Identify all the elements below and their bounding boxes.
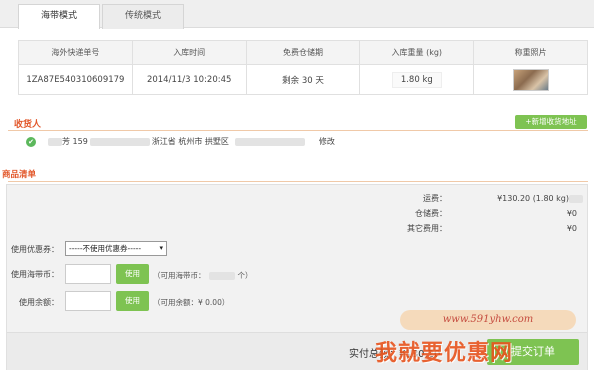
coupon-label: 使用优惠券： — [11, 245, 59, 254]
weighing-photo-thumbnail[interactable] — [512, 68, 549, 91]
header-inbound-time: 入库时间 — [131, 40, 247, 65]
header-free-storage: 免费仓储期 — [245, 40, 361, 65]
recipient-title: 收货人 — [14, 120, 42, 130]
coin-hint-prefix: （可用海带币： — [153, 271, 206, 280]
inbound-time: 2014/11/3 10:20:45 — [131, 64, 247, 95]
watermark-logo: 我就要优惠网 — [375, 341, 514, 366]
tab-bar: 海带模式 传统模式 — [0, 0, 594, 29]
redacted-street — [234, 137, 305, 146]
table-row: 1ZA87E540310609179 2014/11/3 10:20:45 剩余… — [18, 64, 588, 95]
photo-cell — [473, 64, 588, 95]
coin-hint: （可用海带币： 个） — [153, 270, 253, 281]
coupon-select[interactable]: -----不使用优惠券----- ▾ — [65, 241, 167, 256]
check-icon: ✔ — [26, 136, 36, 147]
tab-haidai-mode[interactable]: 海带模式 — [18, 4, 100, 29]
storage-fee-label: 仓储费： — [415, 209, 447, 218]
redacted-name — [48, 137, 62, 146]
balance-label: 使用余额： — [19, 298, 59, 307]
storage-fee-value: ¥0 — [566, 209, 577, 218]
divider — [8, 130, 588, 131]
header-photo: 称重照片 — [473, 40, 588, 65]
divider — [8, 181, 588, 182]
other-fee-row: 其它费用： ¥0 — [377, 222, 577, 236]
table-header-row: 海外快递单号 入库时间 免费仓储期 入库重量 (kg) 称重照片 — [18, 40, 588, 65]
other-fee-value: ¥0 — [566, 224, 577, 233]
redacted-phone — [89, 137, 150, 146]
other-fee-label: 其它费用： — [407, 224, 447, 233]
balance-input[interactable] — [65, 291, 111, 311]
storage-fee-row: 仓储费： ¥0 — [377, 207, 577, 221]
weight-value: 1.80 kg — [391, 71, 442, 88]
recipient-address-row[interactable]: ✔ 芳 159 浙江省 杭州市 拱墅区 修改 — [26, 135, 335, 149]
shipping-fee-row: 运费： ¥130.20 (1.80 kg) — [377, 192, 583, 206]
use-balance-button[interactable]: 使用 — [116, 291, 149, 311]
balance-hint: （可用余额：¥ 0.00） — [153, 298, 230, 307]
watermark-url: www.591yhw.com — [400, 310, 576, 330]
redacted-coin-count — [208, 272, 235, 280]
weight-cell: 1.80 kg — [359, 64, 475, 95]
free-storage: 剩余 30 天 — [245, 64, 361, 95]
add-address-button[interactable]: +新增收货地址 — [515, 115, 587, 129]
shipping-fee-label: 运费： — [423, 194, 447, 203]
shipment-table: 海外快递单号 入库时间 免费仓储期 入库重量 (kg) 称重照片 1ZA87E5… — [18, 40, 588, 95]
tracking-number: 1ZA87E540310609179 — [18, 64, 133, 95]
haidai-coin-input[interactable] — [65, 264, 111, 284]
recipient-name: 芳 159 — [62, 137, 88, 146]
use-coin-button[interactable]: 使用 — [116, 264, 149, 284]
header-tracking-no: 海外快递单号 — [18, 40, 133, 65]
chevron-down-icon: ▾ — [159, 244, 163, 252]
coupon-selected-value: -----不使用优惠券----- — [69, 244, 142, 253]
tab-traditional-mode[interactable]: 传统模式 — [102, 4, 184, 29]
coin-hint-suffix: 个） — [237, 271, 253, 280]
edit-address-link[interactable]: 修改 — [319, 137, 335, 146]
goods-list-title: 商品清单 — [2, 170, 37, 180]
recipient-address: 浙江省 杭州市 拱墅区 — [151, 137, 229, 146]
haidai-coin-label: 使用海带币： — [11, 270, 59, 279]
redacted-extra — [569, 195, 583, 203]
header-weight: 入库重量 (kg) — [359, 40, 475, 65]
shipping-fee-value: ¥130.20 (1.80 kg) — [497, 194, 569, 203]
